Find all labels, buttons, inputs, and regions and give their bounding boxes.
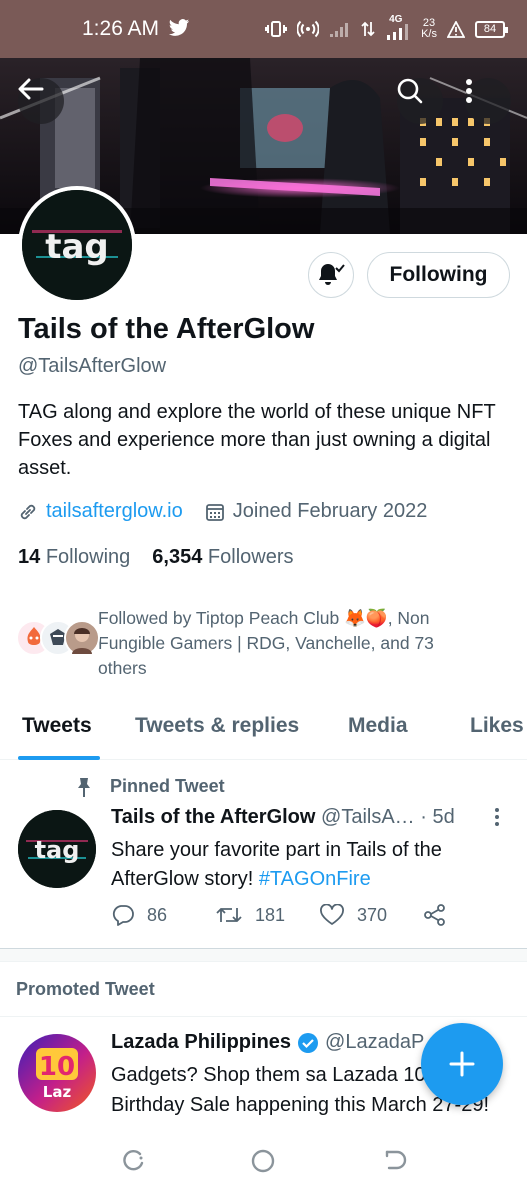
data-arrows-icon [361, 21, 375, 37]
tab-tweets-replies[interactable]: Tweets & replies [135, 714, 299, 738]
followed-by-text: Followed by Tiptop Peach Club 🦊🍑, Non Fu… [98, 608, 434, 678]
svg-text:Laz: Laz [43, 1083, 72, 1101]
signal-icon [330, 23, 349, 37]
website-link[interactable]: tailsafterglow.io [46, 500, 183, 523]
alert-triangle-icon [447, 20, 465, 38]
tag-logo: tag [22, 190, 132, 300]
tweet-header: Tails of the AfterGlow @TailsA… · 5d [111, 806, 455, 829]
lazada-logo: 10 Laz [36, 1048, 78, 1101]
reply-button[interactable]: 86 [111, 904, 167, 926]
following-count-link[interactable]: 14 Following [18, 546, 130, 569]
tweet-handle-time: @TailsA… · 5d [321, 806, 455, 828]
promoted-tweet-header: Lazada Philippines @LazadaP… [111, 1031, 444, 1054]
like-button[interactable]: 370 [319, 904, 387, 926]
tab-likes[interactable]: Likes [470, 714, 524, 738]
status-time: 1:26 AM [82, 17, 160, 40]
share-icon [424, 904, 445, 926]
search-icon [397, 78, 423, 104]
verified-badge-icon [298, 1032, 319, 1053]
retweet-icon [216, 908, 242, 922]
followed-by[interactable]: Followed by Tiptop Peach Club 🦊🍑, Non Fu… [16, 606, 478, 681]
following-button[interactable]: Following [367, 252, 510, 298]
pinned-tweet-label: Pinned Tweet [110, 776, 225, 796]
pin-icon [78, 778, 90, 797]
search-button[interactable] [397, 78, 443, 124]
svg-text:tag: tag [35, 836, 80, 864]
lazada-avatar[interactable]: 10 Laz [18, 1034, 96, 1112]
heart-icon [320, 904, 344, 925]
vibrate-icon [265, 21, 288, 37]
plus-icon [449, 1051, 475, 1077]
more-vertical-icon [466, 79, 472, 103]
profile-bio: TAG along and explore the world of these… [18, 401, 496, 479]
section-divider [0, 948, 527, 962]
tweet-author-avatar[interactable]: tag [18, 810, 96, 888]
joined-date: Joined February 2022 [232, 500, 428, 522]
promoted-tweet-label: Promoted Tweet [16, 979, 155, 999]
followed-by-avatars [16, 620, 100, 660]
home-icon[interactable] [250, 1148, 276, 1174]
tab-tweets[interactable]: Tweets [22, 714, 92, 738]
svg-text:10: 10 [39, 1052, 75, 1082]
profile-meta: tailsafterglow.io Joined February 2022 [18, 500, 427, 523]
mini-avatar [64, 620, 100, 656]
more-options-button[interactable] [465, 78, 511, 124]
tweet-actions: 86 181 370 [111, 904, 511, 936]
notifications-button[interactable] [308, 252, 354, 298]
retweet-button[interactable]: 181 [215, 904, 285, 926]
network-speed: 23 K/s [421, 17, 437, 40]
hotspot-icon [297, 20, 320, 38]
compose-tweet-button[interactable] [421, 1023, 503, 1105]
tweet-text: Share your favorite part in Tails of the… [111, 839, 442, 890]
followers-count-link[interactable]: 6,354 Followers [152, 546, 293, 569]
svg-text:tag: tag [45, 227, 109, 267]
link-icon [20, 504, 36, 519]
bell-check-icon [319, 264, 345, 285]
status-bar: 1:26 AM 4G 23 K/s 84 [0, 0, 527, 58]
calendar-icon [205, 503, 224, 521]
tweet-author-name[interactable]: Tails of the AfterGlow [111, 806, 315, 828]
tab-media[interactable]: Media [348, 714, 408, 738]
profile-tabs: Tweets Tweets & replies Media Likes [0, 702, 527, 760]
twitter-bird-icon [168, 19, 190, 36]
follow-counts: 14 Following 6,354 Followers [18, 546, 294, 569]
tag-logo: tag [18, 810, 96, 888]
divider [0, 1016, 527, 1017]
promoted-author-name[interactable]: Lazada Philippines [111, 1031, 291, 1054]
signal-4g-icon: 4G [385, 14, 411, 41]
share-button[interactable] [423, 904, 447, 926]
recent-apps-icon[interactable] [120, 1148, 146, 1174]
back-button[interactable] [18, 78, 64, 124]
profile-avatar[interactable]: tag [18, 186, 136, 304]
arrow-left-icon [18, 78, 44, 100]
battery-icon: 84 [475, 20, 508, 38]
profile-handle: @TailsAfterGlow [18, 355, 167, 377]
back-nav-icon[interactable] [383, 1148, 409, 1174]
reply-icon [112, 905, 134, 926]
active-tab-indicator [18, 756, 100, 760]
profile-name: Tails of the AfterGlow [18, 313, 315, 345]
system-nav-bar [0, 1126, 527, 1200]
hashtag-link[interactable]: #TAGOnFire [259, 868, 371, 890]
more-vertical-icon[interactable] [494, 806, 500, 828]
